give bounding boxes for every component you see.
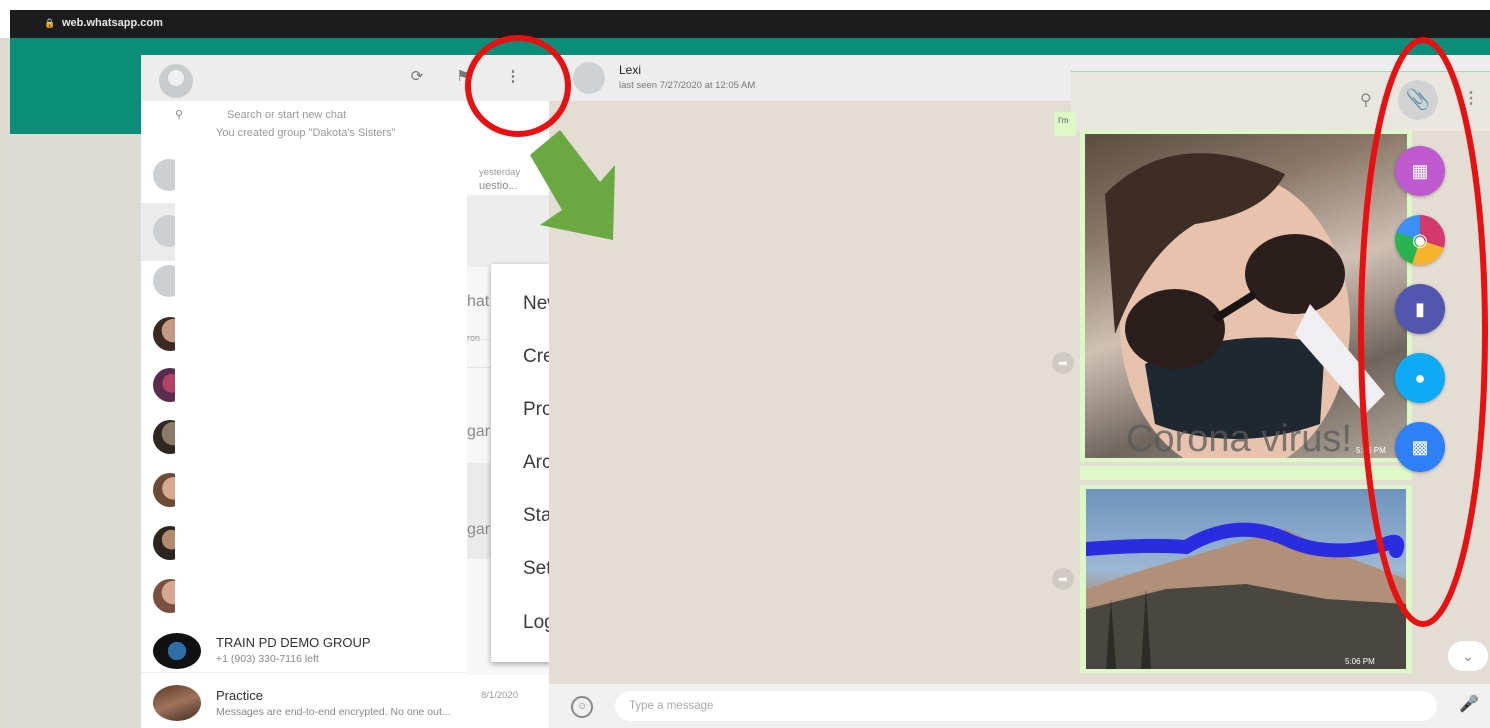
contact-name[interactable]: Lexi [619,63,641,77]
search-input[interactable] [227,109,517,121]
avatar [153,685,201,721]
menu-icon[interactable]: ⋮ [1463,88,1479,108]
attach-icon[interactable]: 📎 [1398,80,1438,120]
address-bar[interactable]: 🔒 web.whatsapp.com [10,10,1490,38]
chat-preview: Messages are end-to-end encrypted. No on… [216,706,451,718]
clipped-text: gar [467,521,491,538]
status-icon[interactable]: ⟳ [407,67,427,87]
photos-videos-icon[interactable]: ▦ [1395,146,1445,196]
mic-icon[interactable]: 🎤 [1459,694,1479,714]
message-time: 5:06 PM [1345,657,1375,666]
chat-name[interactable]: TRAIN PD DEMO GROUP [216,635,371,650]
blank-panel [175,147,467,672]
image-caption: Corona virus! [1126,418,1352,460]
chat-name[interactable]: Practice [216,688,263,703]
my-avatar[interactable] [159,64,193,98]
clipped-text: ron [467,333,481,343]
forward-icon[interactable]: ➦ [1052,568,1074,590]
clipped-text: hat [467,293,490,310]
contact-status: last seen 7/27/2020 at 12:05 AM [619,80,756,91]
chat-preview: uestio... [479,180,518,192]
chat-preview: +1 (903) 330-7116 left [216,653,319,665]
message-input[interactable] [615,691,1437,721]
composer: ☺ 🎤 [549,684,1490,728]
clipped-text: gar [467,423,491,440]
contact-icon[interactable]: ● [1395,353,1445,403]
camera-icon[interactable]: ◉ [1395,215,1445,265]
emoji-icon[interactable]: ☺ [571,696,593,718]
message-time: 5:06 PM [1356,446,1386,455]
new-chat-icon[interactable]: ⚑ [453,67,473,87]
search-icon: ⚲ [175,109,184,121]
browser-url-bar: 🔒 web.whatsapp.com [0,0,1490,38]
forward-icon[interactable]: ➦ [1052,352,1074,374]
url-text[interactable]: web.whatsapp.com [62,17,163,29]
menu-icon[interactable]: ⋮ [503,67,523,87]
chat-preview-clipped: You created group "Dakota's Sisters" [216,127,396,139]
search-icon[interactable]: ⚲ [1360,90,1372,110]
chat-time: 8/1/2020 [481,690,518,701]
selfie-image[interactable] [1085,134,1407,458]
message-bubble: I'm [1054,112,1076,136]
contact-avatar[interactable] [573,62,605,94]
chevron-down-icon[interactable]: ⌄ [1448,641,1488,671]
document-icon[interactable]: ▮ [1395,284,1445,334]
sidebar-header: ⟳ ⚑ ⋮ [141,55,549,101]
lock-icon: 🔒 [44,18,56,28]
landscape-picture [1086,522,1406,669]
room-icon[interactable]: ▩ [1395,422,1445,472]
avatar [153,633,201,669]
selfie-picture [1105,153,1385,458]
chat-time: yesterday [479,167,521,178]
caption-bubble [1080,466,1412,480]
landscape-image[interactable] [1086,489,1406,669]
